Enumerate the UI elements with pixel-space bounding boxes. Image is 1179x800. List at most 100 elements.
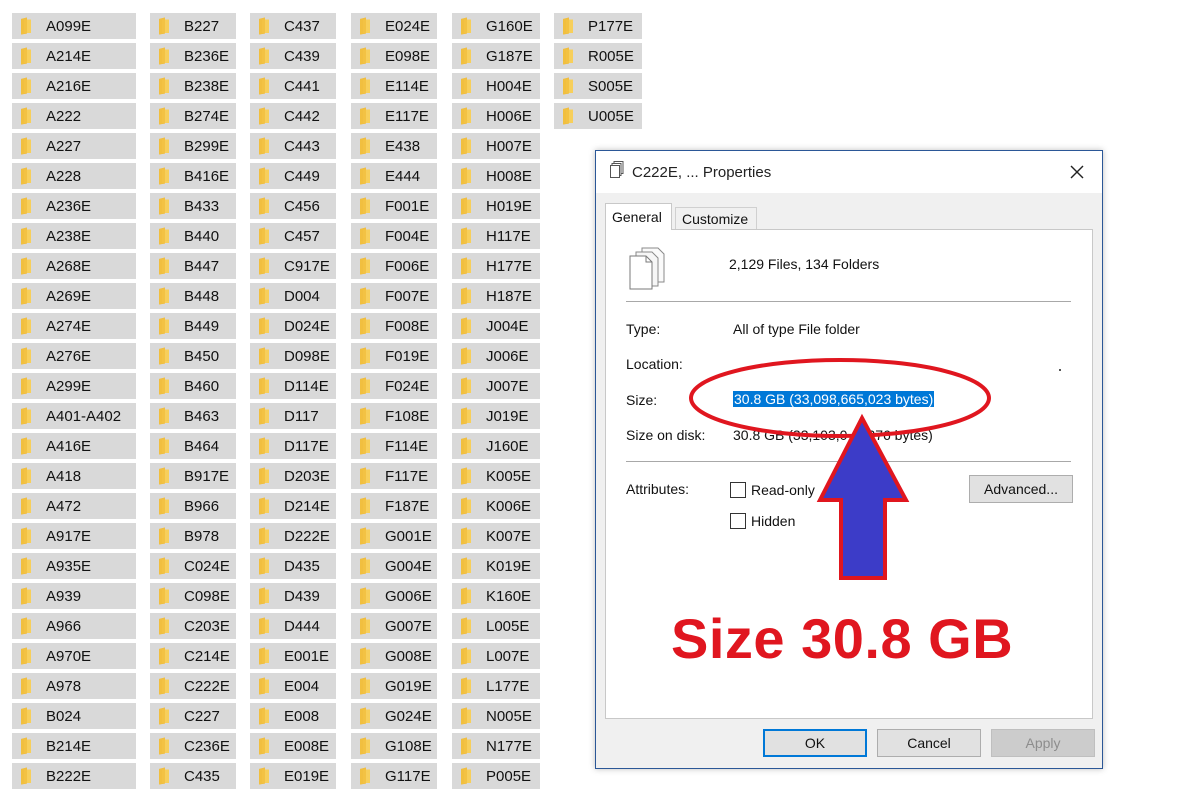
folder-item[interactable]: H006E xyxy=(452,103,540,129)
folder-item[interactable]: D444 xyxy=(250,613,336,639)
folder-item[interactable]: B449 xyxy=(150,313,236,339)
folder-item[interactable]: K007E xyxy=(452,523,540,549)
folder-item[interactable]: B299E xyxy=(150,133,236,159)
folder-item[interactable]: A274E xyxy=(12,313,136,339)
folder-item[interactable]: J007E xyxy=(452,373,540,399)
folder-item[interactable]: C449 xyxy=(250,163,336,189)
folder-item[interactable]: C435 xyxy=(150,763,236,789)
folder-item[interactable]: D004 xyxy=(250,283,336,309)
folder-item[interactable]: C203E xyxy=(150,613,236,639)
folder-item[interactable]: F114E xyxy=(351,433,437,459)
folder-item[interactable]: D117 xyxy=(250,403,336,429)
folder-item[interactable]: F006E xyxy=(351,253,437,279)
folder-item[interactable]: H008E xyxy=(452,163,540,189)
folder-item[interactable]: C442 xyxy=(250,103,336,129)
folder-item[interactable]: H004E xyxy=(452,73,540,99)
folder-item[interactable]: P005E xyxy=(452,763,540,789)
folder-item[interactable]: F019E xyxy=(351,343,437,369)
folder-item[interactable]: C227 xyxy=(150,703,236,729)
folder-item[interactable]: F008E xyxy=(351,313,437,339)
folder-item[interactable]: G001E xyxy=(351,523,437,549)
folder-item[interactable]: J019E xyxy=(452,403,540,429)
folder-item[interactable]: B450 xyxy=(150,343,236,369)
folder-item[interactable]: A214E xyxy=(12,43,136,69)
folder-item[interactable]: J160E xyxy=(452,433,540,459)
folder-item[interactable]: F007E xyxy=(351,283,437,309)
folder-item[interactable]: R005E xyxy=(554,43,642,69)
folder-item[interactable]: B463 xyxy=(150,403,236,429)
folder-item[interactable]: F187E xyxy=(351,493,437,519)
folder-item[interactable]: F001E xyxy=(351,193,437,219)
folder-item[interactable]: E114E xyxy=(351,73,437,99)
folder-item[interactable]: C443 xyxy=(250,133,336,159)
close-icon[interactable] xyxy=(1066,161,1088,183)
folder-item[interactable]: G117E xyxy=(351,763,437,789)
folder-item[interactable]: J004E xyxy=(452,313,540,339)
folder-item[interactable]: H007E xyxy=(452,133,540,159)
folder-item[interactable]: K005E xyxy=(452,463,540,489)
folder-item[interactable]: S005E xyxy=(554,73,642,99)
folder-item[interactable]: A227 xyxy=(12,133,136,159)
folder-item[interactable]: C236E xyxy=(150,733,236,759)
size-value[interactable]: 30.8 GB (33,098,665,023 bytes) xyxy=(733,391,935,407)
folder-item[interactable]: G108E xyxy=(351,733,437,759)
folder-item[interactable]: J006E xyxy=(452,343,540,369)
folder-item[interactable]: G187E xyxy=(452,43,540,69)
folder-item[interactable]: N005E xyxy=(452,703,540,729)
folder-item[interactable]: D117E xyxy=(250,433,336,459)
folder-item[interactable]: A238E xyxy=(12,223,136,249)
folder-item[interactable]: A966 xyxy=(12,613,136,639)
folder-item[interactable]: K006E xyxy=(452,493,540,519)
folder-item[interactable]: P177E xyxy=(554,13,642,39)
folder-item[interactable]: E008E xyxy=(250,733,336,759)
folder-item[interactable]: E117E xyxy=(351,103,437,129)
folder-item[interactable]: A935E xyxy=(12,553,136,579)
advanced-button[interactable]: Advanced... xyxy=(969,475,1073,503)
folder-item[interactable]: B274E xyxy=(150,103,236,129)
folder-item[interactable]: G006E xyxy=(351,583,437,609)
folder-item[interactable]: H177E xyxy=(452,253,540,279)
folder-item[interactable]: B236E xyxy=(150,43,236,69)
folder-item[interactable]: E004 xyxy=(250,673,336,699)
folder-item[interactable]: A472 xyxy=(12,493,136,519)
cancel-button[interactable]: Cancel xyxy=(877,729,981,757)
folder-item[interactable]: E024E xyxy=(351,13,437,39)
tab-general[interactable]: General xyxy=(605,203,672,230)
folder-item[interactable]: D114E xyxy=(250,373,336,399)
folder-item[interactable]: F108E xyxy=(351,403,437,429)
folder-item[interactable]: A222 xyxy=(12,103,136,129)
folder-item[interactable]: A216E xyxy=(12,73,136,99)
folder-item[interactable]: E001E xyxy=(250,643,336,669)
ok-button[interactable]: OK xyxy=(763,729,867,757)
folder-item[interactable]: N177E xyxy=(452,733,540,759)
folder-item[interactable]: A269E xyxy=(12,283,136,309)
folder-item[interactable]: G008E xyxy=(351,643,437,669)
folder-item[interactable]: C439 xyxy=(250,43,336,69)
folder-item[interactable]: B464 xyxy=(150,433,236,459)
folder-item[interactable]: C214E xyxy=(150,643,236,669)
folder-item[interactable]: B460 xyxy=(150,373,236,399)
folder-item[interactable]: A939 xyxy=(12,583,136,609)
folder-item[interactable]: C222E xyxy=(150,673,236,699)
folder-item[interactable]: G004E xyxy=(351,553,437,579)
folder-item[interactable]: B440 xyxy=(150,223,236,249)
folder-item[interactable]: D098E xyxy=(250,343,336,369)
folder-item[interactable]: D439 xyxy=(250,583,336,609)
folder-item[interactable]: B433 xyxy=(150,193,236,219)
folder-item[interactable]: A099E xyxy=(12,13,136,39)
folder-item[interactable]: E019E xyxy=(250,763,336,789)
folder-item[interactable]: E438 xyxy=(351,133,437,159)
folder-item[interactable]: B024 xyxy=(12,703,136,729)
folder-item[interactable]: H019E xyxy=(452,193,540,219)
folder-item[interactable]: B238E xyxy=(150,73,236,99)
folder-item[interactable]: C456 xyxy=(250,193,336,219)
folder-item[interactable]: G024E xyxy=(351,703,437,729)
folder-item[interactable]: A228 xyxy=(12,163,136,189)
apply-button[interactable]: Apply xyxy=(991,729,1095,757)
folder-item[interactable]: C441 xyxy=(250,73,336,99)
folder-item[interactable]: L005E xyxy=(452,613,540,639)
folder-item[interactable]: D214E xyxy=(250,493,336,519)
folder-item[interactable]: F117E xyxy=(351,463,437,489)
tab-customize[interactable]: Customize xyxy=(675,207,757,229)
folder-item[interactable]: A970E xyxy=(12,643,136,669)
